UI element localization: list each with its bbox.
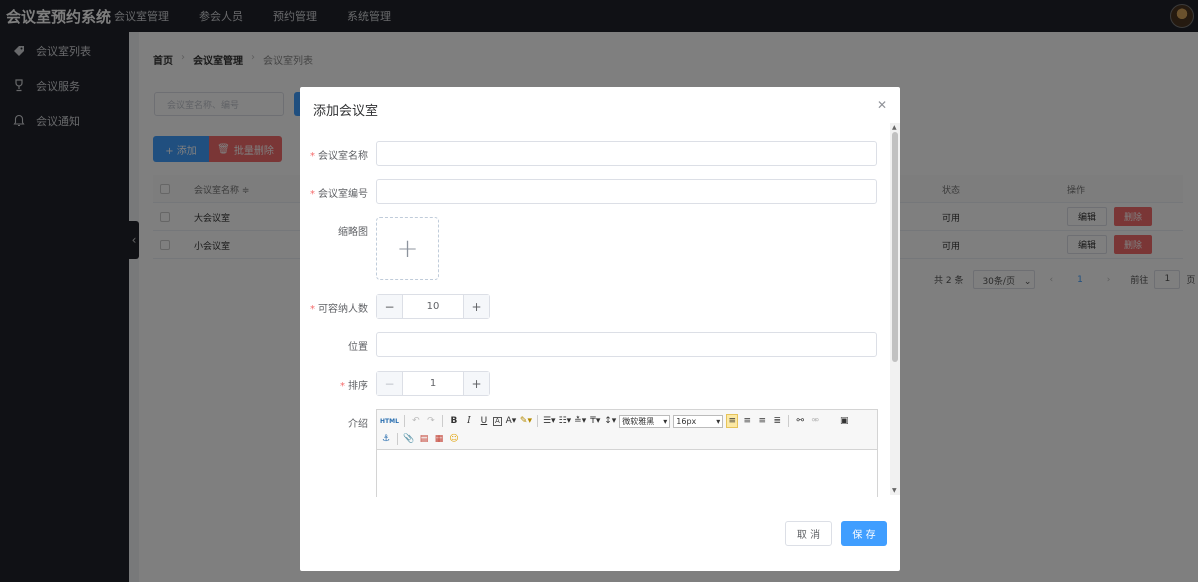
- align-justify-icon[interactable]: ≣: [771, 414, 783, 428]
- undo-icon[interactable]: ↶: [410, 414, 422, 428]
- scroll-up-icon[interactable]: ▲: [892, 124, 897, 131]
- image-icon[interactable]: ▤: [418, 432, 430, 446]
- decrement-button[interactable]: −: [377, 372, 403, 395]
- dialog-body: *会议室名称 *会议室编号 缩略图 + *可容纳人数 − 10 + 位置: [300, 123, 900, 497]
- font-color-icon[interactable]: A▾: [505, 414, 517, 428]
- plus-icon: +: [396, 233, 419, 264]
- form-row-thumbnail: 缩略图 +: [300, 217, 900, 280]
- location-input[interactable]: [376, 332, 877, 357]
- form-row-intro: 介绍 HTML ↶ ↷ B I U A A▾ ✎▾ ☰▾ ☷▾ ≛▾ ₸▾ ↕▾…: [300, 409, 900, 497]
- field-label: * 排序: [340, 381, 368, 392]
- toolbar-divider: [403, 415, 405, 427]
- save-button[interactable]: 保 存: [841, 521, 887, 546]
- align-center-icon[interactable]: ≡: [741, 414, 753, 428]
- toolbar-divider: [397, 433, 398, 445]
- order-value[interactable]: 1: [403, 372, 463, 395]
- dialog-title: 添加会议室: [313, 104, 379, 119]
- paragraph-format-icon[interactable]: ≛▾: [574, 414, 586, 428]
- field-label: * 会议室名称: [310, 151, 368, 162]
- font-size-select[interactable]: 16px ▾: [673, 414, 724, 428]
- toolbar-divider: [441, 415, 443, 427]
- font-size-value: 16px: [676, 416, 697, 426]
- close-icon[interactable]: ✕: [877, 98, 887, 112]
- align-right-icon[interactable]: ≡: [756, 414, 768, 428]
- increment-button[interactable]: +: [463, 372, 489, 395]
- emoji-icon[interactable]: ☺: [448, 432, 460, 446]
- font-family-select[interactable]: 微软雅黑 ▾: [619, 414, 671, 428]
- field-label: 介绍: [348, 419, 368, 430]
- align-left-icon[interactable]: ≡: [726, 414, 739, 428]
- italic-icon[interactable]: I: [463, 414, 475, 428]
- unlink-icon[interactable]: ⚮: [809, 414, 821, 428]
- form-row-order: * 排序 − 1 +: [300, 371, 900, 396]
- field-label: 缩略图: [338, 227, 368, 238]
- scrollbar-thumb[interactable]: [892, 132, 898, 362]
- editor-content-area[interactable]: [377, 450, 877, 497]
- add-room-dialog: 添加会议室 ✕ * 会议室名称 * 会议室编号 缩略图 + * 可容纳人数 − 10 …: [300, 87, 900, 571]
- underline-icon[interactable]: U: [478, 414, 490, 428]
- redo-icon[interactable]: ↷: [425, 414, 437, 428]
- unordered-list-icon[interactable]: ☷▾: [559, 414, 572, 428]
- fullscreen-icon[interactable]: ▣: [838, 414, 850, 428]
- font-family-value: 微软雅黑: [622, 416, 655, 426]
- order-stepper: − 1 +: [376, 371, 490, 396]
- form-row-capacity: * 可容纳人数 − 10 +: [300, 294, 900, 319]
- rich-text-editor: HTML ↶ ↷ B I U A A▾ ✎▾ ☰▾ ☷▾ ≛▾ ₸▾ ↕▾ 微软…: [376, 409, 878, 497]
- capacity-value[interactable]: 10: [403, 295, 463, 318]
- field-label: * 会议室编号: [310, 189, 368, 200]
- toolbar-divider: [536, 415, 538, 427]
- chevron-down-icon: ▾: [663, 416, 668, 426]
- field-label: * 可容纳人数: [310, 304, 368, 315]
- editor-toolbar: HTML ↶ ↷ B I U A A▾ ✎▾ ☰▾ ☷▾ ≛▾ ₸▾ ↕▾ 微软…: [377, 410, 877, 450]
- form-row-code: * 会议室编号: [300, 179, 900, 204]
- toolbar-divider: [788, 415, 790, 427]
- form-row-location: 位置: [300, 332, 900, 357]
- html-source-icon[interactable]: HTML: [380, 414, 399, 428]
- link-icon[interactable]: ⚯: [794, 414, 806, 428]
- field-label: 位置: [348, 342, 368, 353]
- scroll-down-icon[interactable]: ▼: [892, 487, 897, 494]
- font-border-icon[interactable]: A: [492, 416, 502, 426]
- form-row-name: * 会议室名称: [300, 141, 900, 166]
- decrement-button[interactable]: −: [377, 295, 403, 318]
- ordered-list-icon[interactable]: ☰▾: [543, 414, 556, 428]
- highlight-icon[interactable]: ✎▾: [520, 414, 532, 428]
- multi-image-icon[interactable]: ▦: [433, 432, 445, 446]
- capacity-stepper: − 10 +: [376, 294, 490, 319]
- cancel-button[interactable]: 取 消: [785, 521, 832, 546]
- room-code-input[interactable]: [376, 179, 877, 204]
- chevron-down-icon: ▾: [716, 416, 721, 426]
- anchor-icon[interactable]: ⚓: [380, 432, 392, 446]
- bold-icon[interactable]: B: [448, 414, 460, 428]
- thumbnail-upload[interactable]: +: [376, 217, 439, 280]
- increment-button[interactable]: +: [463, 295, 489, 318]
- line-height-icon[interactable]: ↕▾: [604, 414, 616, 428]
- dialog-scrollbar[interactable]: ▲ ▼: [890, 123, 900, 495]
- room-name-input[interactable]: [376, 141, 877, 166]
- attachment-icon[interactable]: 📎: [403, 432, 415, 446]
- heading-icon[interactable]: ₸▾: [589, 414, 601, 428]
